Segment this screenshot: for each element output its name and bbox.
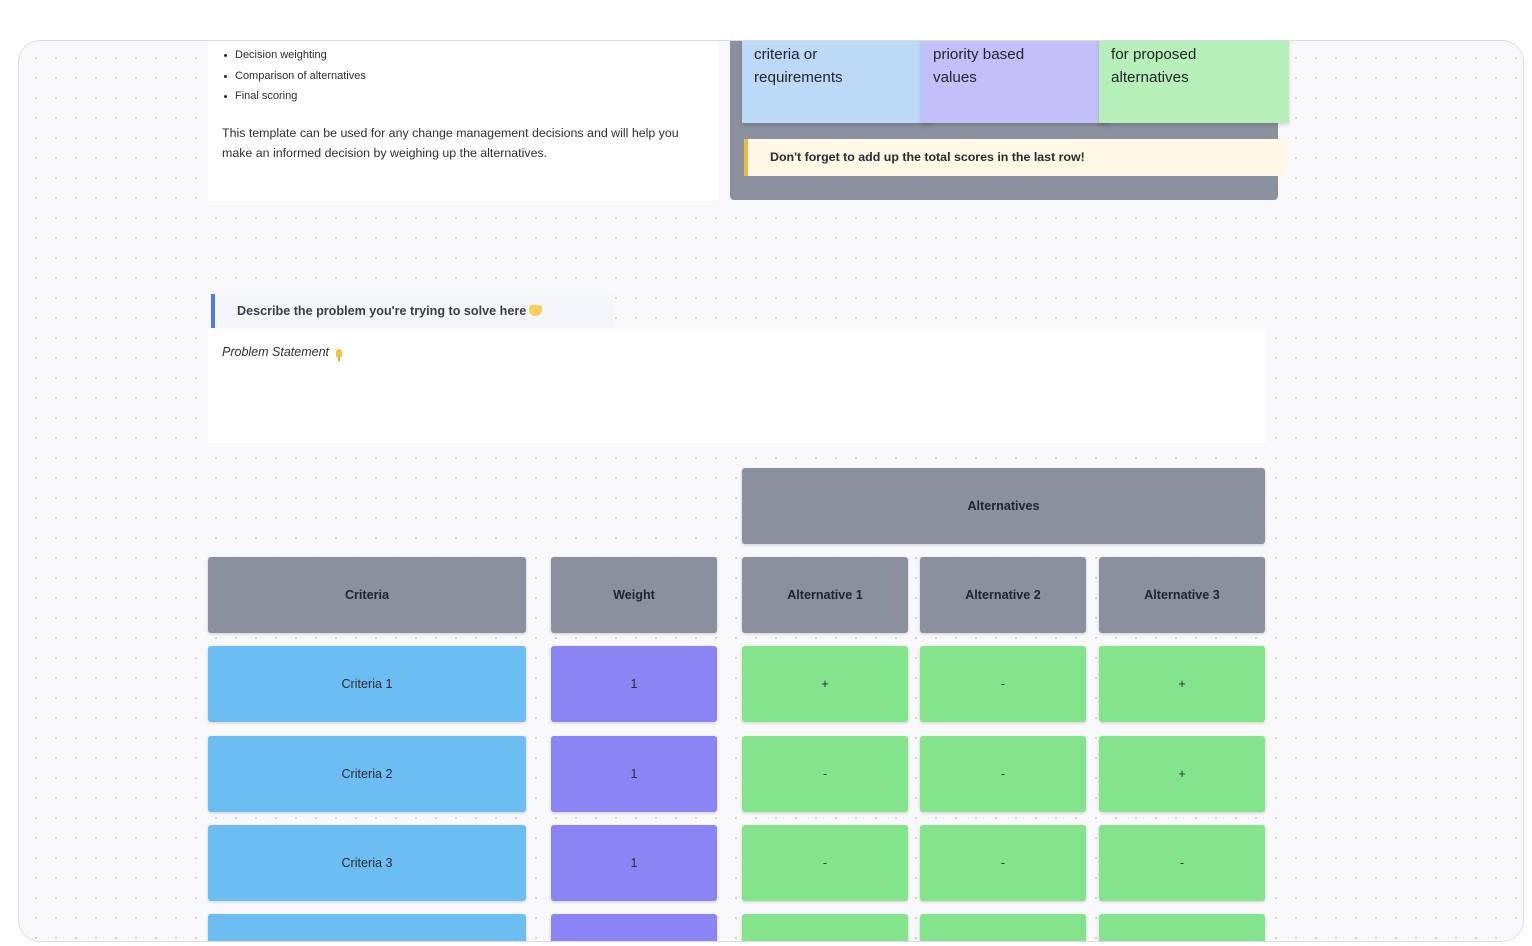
criteria-cell[interactable] bbox=[208, 914, 526, 941]
instructions-panel[interactable]: criteria or requirements priority based … bbox=[730, 41, 1289, 200]
alternative-3-cell[interactable]: - bbox=[1099, 825, 1265, 901]
alternative-3-header[interactable]: Alternative 3 bbox=[1099, 557, 1265, 633]
weight-cell[interactable]: 1 bbox=[551, 646, 717, 722]
sticky-text: priority based bbox=[933, 46, 1025, 63]
alternative-2-cell[interactable]: - bbox=[920, 736, 1086, 812]
intro-bullet-item: Comparison of alternatives bbox=[224, 66, 366, 87]
alternative-3-cell[interactable] bbox=[1099, 914, 1265, 941]
sticky-text: alternatives bbox=[1111, 69, 1189, 86]
alternative-1-cell[interactable]: + bbox=[742, 646, 908, 722]
intro-description: This template can be used for any change… bbox=[222, 126, 679, 160]
problem-heading-text: Describe the problem you're trying to so… bbox=[237, 304, 527, 318]
problem-statement-label: Problem Statement bbox=[222, 345, 342, 361]
alternative-1-header[interactable]: Alternative 1 bbox=[742, 557, 908, 633]
intro-bullet-list: Decision weighting Comparison of alterna… bbox=[224, 45, 366, 107]
sticky-text: values bbox=[933, 69, 977, 86]
sticky-note-weight[interactable]: priority based values bbox=[921, 41, 1111, 123]
pointing-down-icon bbox=[336, 349, 342, 361]
alternative-2-header[interactable]: Alternative 2 bbox=[920, 557, 1086, 633]
criteria-header[interactable]: Criteria bbox=[208, 557, 526, 633]
alternative-2-cell[interactable] bbox=[920, 914, 1086, 941]
reminder-note[interactable]: Don't forget to add up the total scores … bbox=[744, 139, 1287, 176]
alternative-1-cell[interactable] bbox=[742, 914, 908, 941]
sticky-text: criteria or bbox=[754, 46, 818, 63]
criteria-cell[interactable]: Criteria 1 bbox=[208, 646, 526, 722]
alternative-1-cell[interactable]: - bbox=[742, 736, 908, 812]
problem-statement-text: Problem Statement bbox=[222, 345, 329, 359]
weight-header[interactable]: Weight bbox=[551, 557, 717, 633]
weight-cell[interactable] bbox=[551, 914, 717, 941]
raising-hands-icon bbox=[529, 305, 543, 316]
alternatives-group-header[interactable]: Alternatives bbox=[742, 468, 1265, 544]
alternative-2-cell[interactable]: - bbox=[920, 825, 1086, 901]
intro-bullet-item: Final scoring bbox=[224, 86, 366, 107]
alternative-1-cell[interactable]: - bbox=[742, 825, 908, 901]
criteria-cell[interactable]: Criteria 2 bbox=[208, 736, 526, 812]
alternative-2-cell[interactable]: - bbox=[920, 646, 1086, 722]
whiteboard-canvas[interactable]: Decision weighting Comparison of alterna… bbox=[18, 40, 1524, 942]
alternative-3-cell[interactable]: + bbox=[1099, 646, 1265, 722]
sticky-note-criteria[interactable]: criteria or requirements bbox=[742, 41, 932, 123]
weight-cell[interactable]: 1 bbox=[551, 736, 717, 812]
sticky-text: for proposed bbox=[1111, 46, 1197, 63]
sticky-text: requirements bbox=[754, 69, 843, 86]
intro-card[interactable]: Decision weighting Comparison of alterna… bbox=[208, 41, 718, 201]
problem-statement-card[interactable]: Problem Statement bbox=[208, 329, 1265, 443]
intro-bullet-item: Decision weighting bbox=[224, 45, 366, 66]
problem-heading-callout[interactable]: Describe the problem you're trying to so… bbox=[211, 294, 613, 328]
sticky-note-alternatives[interactable]: for proposed alternatives bbox=[1099, 41, 1289, 123]
alternative-3-cell[interactable]: + bbox=[1099, 736, 1265, 812]
weight-cell[interactable]: 1 bbox=[551, 825, 717, 901]
criteria-cell[interactable]: Criteria 3 bbox=[208, 825, 526, 901]
